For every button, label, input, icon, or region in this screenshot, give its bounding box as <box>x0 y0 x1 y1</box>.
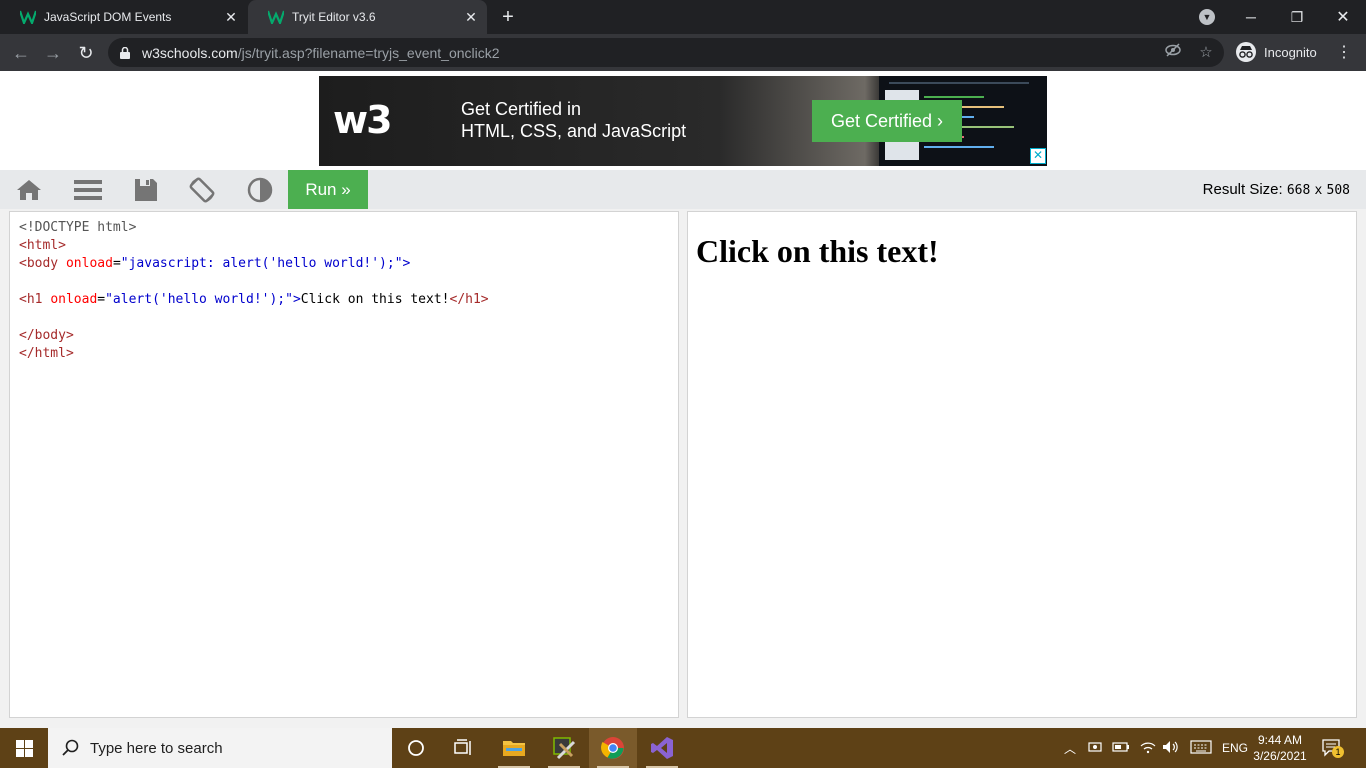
forward-arrow-icon[interactable]: → <box>42 42 64 64</box>
w3schools-favicon-icon <box>268 9 284 25</box>
visual-studio-icon[interactable] <box>638 728 686 768</box>
minimize-button[interactable]: ─ <box>1228 0 1274 34</box>
touch-keyboard-icon[interactable] <box>1190 739 1212 757</box>
windows-taskbar: Type here to search ︿ ENG 9:44 AM 3/26/2… <box>0 728 1366 768</box>
result-frame[interactable]: Click on this text! <box>687 211 1357 718</box>
tryit-toolbar: Run » Result Size: 668 x 508 <box>0 170 1366 209</box>
close-tab-icon[interactable]: ✕ <box>463 9 479 25</box>
eye-slash-icon[interactable] <box>1163 43 1183 63</box>
restore-button[interactable]: ❐ <box>1274 0 1320 34</box>
tab-title: Tryit Editor v3.6 <box>292 10 376 24</box>
ad-area: w3 Get Certified in HTML, CSS, and JavaS… <box>0 71 1366 170</box>
code-line-1: <!DOCTYPE html> <box>19 220 137 235</box>
bookmark-star-icon[interactable]: ☆ <box>1196 43 1216 63</box>
ad-line-2: HTML, CSS, and JavaScript <box>461 121 687 141</box>
notification-badge: 1 <box>1332 746 1344 758</box>
clock-date: 3/26/2021 <box>1253 749 1307 763</box>
w3schools-logo: w3 <box>333 98 393 142</box>
wifi-icon[interactable] <box>1140 740 1156 757</box>
get-certified-button[interactable]: Get Certified › <box>812 100 962 142</box>
tab-tryit-editor[interactable]: Tryit Editor v3.6 ✕ <box>248 0 487 34</box>
code-line-8: </html> <box>19 346 74 361</box>
task-view-icon[interactable] <box>440 728 488 768</box>
result-times: x <box>1314 183 1323 198</box>
windows-start-icon[interactable] <box>0 728 48 768</box>
result-width: 668 <box>1286 183 1311 198</box>
workspace: <!DOCTYPE html> <html> <body onload="jav… <box>0 209 1366 728</box>
result-height: 508 <box>1326 183 1350 198</box>
home-icon[interactable] <box>15 176 43 204</box>
taskbar-clock[interactable]: 9:44 AM 3/26/2021 <box>1250 732 1310 764</box>
code-line-2: <html> <box>19 238 66 253</box>
system-tray: ︿ ENG <box>1064 728 1248 768</box>
dark-mode-toggle-icon[interactable] <box>246 176 274 204</box>
tab-javascript-dom-events[interactable]: JavaScript DOM Events ✕ <box>0 0 247 34</box>
tab-title: JavaScript DOM Events <box>44 10 172 24</box>
browser-tab-strip: JavaScript DOM Events ✕ Tryit Editor v3.… <box>0 0 1366 34</box>
clock-time: 9:44 AM <box>1257 733 1303 747</box>
incognito-label: Incognito <box>1264 44 1317 60</box>
lock-icon <box>120 46 130 59</box>
run-button[interactable]: Run » <box>288 170 368 209</box>
close-tab-icon[interactable]: ✕ <box>223 9 239 25</box>
code-line-5: <h1 onload="alert('hello world!');">Clic… <box>19 292 489 307</box>
browser-toolbar: ← → ↻ w3schools.com/js/tryit.asp?filenam… <box>0 34 1366 71</box>
show-hidden-icons-chevron-icon[interactable]: ︿ <box>1064 740 1076 757</box>
tab-search-dropdown-icon[interactable]: ▼ <box>1199 9 1215 25</box>
battery-icon[interactable] <box>1112 741 1130 756</box>
address-bar[interactable]: w3schools.com/js/tryit.asp?filename=tryj… <box>108 38 1224 67</box>
code-line-3: <body onload="javascript: alert('hello w… <box>19 256 411 271</box>
volume-icon[interactable] <box>1162 740 1180 757</box>
meet-now-icon[interactable] <box>1088 740 1102 757</box>
menu-icon[interactable] <box>74 176 102 204</box>
ad-line-1: Get Certified in <box>461 99 582 119</box>
cortana-icon[interactable] <box>392 728 440 768</box>
url-text: w3schools.com/js/tryit.asp?filename=tryj… <box>142 45 500 61</box>
result-size-readout: Result Size: 668 x 508 <box>1203 181 1350 198</box>
url-path: /js/tryit.asp?filename=tryjs_event_oncli… <box>237 45 500 61</box>
ad-headline: Get Certified in HTML, CSS, and JavaScri… <box>461 98 686 142</box>
certification-ad-banner[interactable]: w3 Get Certified in HTML, CSS, and JavaS… <box>319 76 1047 166</box>
w3schools-favicon-icon <box>20 9 36 25</box>
close-window-button[interactable]: ✕ <box>1320 0 1366 34</box>
code-content[interactable]: <!DOCTYPE html> <html> <body onload="jav… <box>19 219 489 363</box>
reload-icon[interactable]: ↻ <box>75 42 97 64</box>
rotate-orientation-icon[interactable] <box>188 176 216 204</box>
more-menu-icon[interactable]: ⋮ <box>1336 42 1352 62</box>
incognito-profile[interactable]: Incognito <box>1232 39 1317 65</box>
save-icon[interactable] <box>132 176 160 204</box>
code-editor[interactable]: <!DOCTYPE html> <html> <body onload="jav… <box>9 211 679 718</box>
tools-app-icon[interactable] <box>540 728 588 768</box>
file-explorer-icon[interactable] <box>490 728 538 768</box>
input-language[interactable]: ENG <box>1222 741 1248 755</box>
chrome-icon[interactable] <box>589 728 637 768</box>
taskbar-search-box[interactable]: Type here to search <box>48 728 392 768</box>
result-size-label: Result Size: <box>1202 181 1283 198</box>
new-tab-button[interactable]: + <box>498 7 518 27</box>
url-host: w3schools.com <box>142 45 238 61</box>
code-line-7: </body> <box>19 328 74 343</box>
back-arrow-icon[interactable]: ← <box>10 42 32 64</box>
action-center-icon[interactable]: 1 <box>1322 738 1344 758</box>
search-placeholder: Type here to search <box>90 739 223 757</box>
search-icon <box>62 739 80 757</box>
ad-close-icon[interactable]: ✕ <box>1030 148 1046 164</box>
incognito-icon <box>1236 42 1256 62</box>
result-heading[interactable]: Click on this text! <box>696 233 939 270</box>
